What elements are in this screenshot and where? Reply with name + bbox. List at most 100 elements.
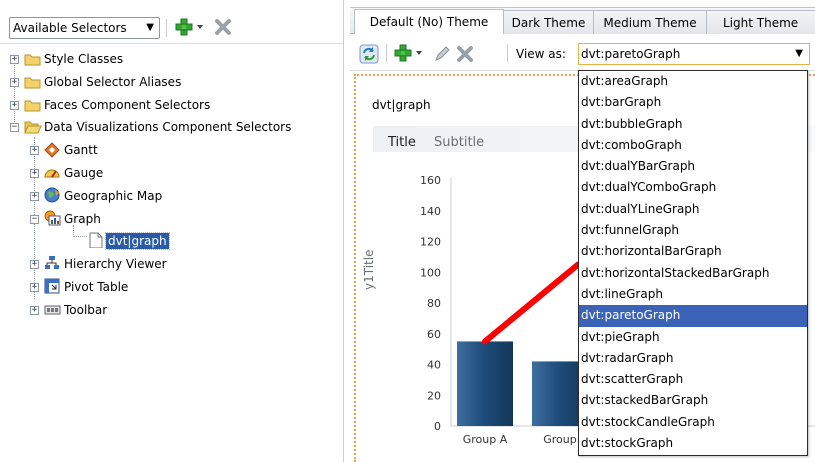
view-as-value: dvt:paretoGraph xyxy=(581,47,681,61)
dropdown-option[interactable]: dvt:lineGraph xyxy=(579,284,807,305)
expand-icon[interactable]: + xyxy=(10,100,19,110)
edit-icon[interactable] xyxy=(432,44,452,64)
dropdown-option[interactable]: dvt:pieGraph xyxy=(579,327,807,348)
tree-item-pivot-table[interactable]: + Pivot Table xyxy=(0,276,343,298)
tree-item-label: Data Visualizations Component Selectors xyxy=(44,120,292,135)
available-selectors-value: Available Selectors xyxy=(13,21,127,35)
pivot-table-icon xyxy=(44,278,60,294)
dropdown-option[interactable]: dvt:comboGraph xyxy=(579,135,807,156)
y-tick-label: 160 xyxy=(420,174,441,187)
add-icon xyxy=(175,18,203,36)
toolbar-separator xyxy=(507,44,508,62)
tree-item-gauge[interactable]: + Gauge xyxy=(0,162,343,184)
left-toolbar: Available Selectors ▼ xyxy=(0,0,343,44)
tree-item-dvt-graph[interactable]: dvt|graph xyxy=(0,230,343,252)
y-tick-label: 140 xyxy=(420,205,441,218)
dropdown-option[interactable]: dvt:dualYBarGraph xyxy=(579,156,807,177)
tab-medium-theme[interactable]: Medium Theme xyxy=(593,10,707,34)
tree-item-gantt[interactable]: + Gantt xyxy=(0,139,343,161)
toolbar-icon xyxy=(44,305,61,315)
graph-subtitle: Subtitle xyxy=(434,135,485,150)
toolbar-separator xyxy=(166,19,167,37)
dropdown-option[interactable]: dvt:stockGraph xyxy=(579,433,807,454)
add-icon[interactable] xyxy=(394,42,428,64)
dropdown-option[interactable]: dvt:scatterGraph xyxy=(579,369,807,390)
dropdown-option[interactable]: dvt:bubbleGraph xyxy=(579,114,807,135)
y-tick-label: 120 xyxy=(420,236,441,249)
tree-item-label: Hierarchy Viewer xyxy=(64,257,167,272)
preview-toolbar: View as: dvt:paretoGraph ▼ xyxy=(350,35,815,71)
add-selector-button[interactable] xyxy=(175,16,207,38)
tree-item-label: Global Selector Aliases xyxy=(44,74,182,89)
tree-item-style-classes[interactable]: + Style Classes xyxy=(0,48,343,70)
expand-icon[interactable]: + xyxy=(30,283,39,292)
tree-item-toolbar[interactable]: + Toolbar xyxy=(0,299,343,321)
gantt-icon xyxy=(44,142,60,158)
dropdown-option[interactable]: dvt:stockCandleGraph xyxy=(579,412,807,433)
available-selectors-dropdown[interactable]: Available Selectors ▼ xyxy=(9,17,160,39)
view-as-label: View as: xyxy=(516,47,566,61)
view-as-dropdown-list: dvt:areaGraph dvt:barGraph dvt:bubbleGraph… xyxy=(578,70,808,456)
y-tick-label: 60 xyxy=(427,328,441,341)
gauge-icon xyxy=(44,169,60,178)
selector-tree-pane: Available Selectors ▼ + Style Classes + … xyxy=(0,0,344,462)
delete-selector-button[interactable] xyxy=(214,18,232,36)
graph-icon xyxy=(44,210,61,226)
refresh-icon[interactable] xyxy=(359,44,379,64)
open-folder-icon xyxy=(24,121,42,134)
bar-group-a xyxy=(457,341,513,426)
toolbar-separator xyxy=(386,44,387,62)
collapse-icon[interactable]: − xyxy=(30,214,39,224)
tree-item-label: Geographic Map xyxy=(64,188,163,203)
tab-default-theme[interactable]: Default (No) Theme xyxy=(354,9,504,34)
tree-item-label: Faces Component Selectors xyxy=(44,97,211,112)
dropdown-option[interactable]: dvt:dualYLineGraph xyxy=(579,199,807,220)
expand-icon[interactable]: + xyxy=(30,305,39,315)
pane-header-line xyxy=(350,0,815,8)
collapse-icon[interactable]: − xyxy=(10,123,19,133)
folder-icon xyxy=(24,54,41,66)
folder-icon xyxy=(24,77,41,89)
y-tick-label: 80 xyxy=(427,297,441,310)
tree-item-geographic-map[interactable]: + Geographic Map xyxy=(0,185,343,207)
tree-item-data-visualizations[interactable]: − Data Visualizations Component Selector… xyxy=(0,116,343,138)
expand-icon[interactable]: + xyxy=(30,146,39,156)
expand-icon[interactable]: + xyxy=(10,55,19,64)
dropdown-option[interactable]: dvt:barGraph xyxy=(579,92,807,113)
theme-tabbar: Default (No) Theme Dark Theme Medium The… xyxy=(350,8,815,34)
dropdown-option[interactable]: dvt:horizontalBarGraph xyxy=(579,241,807,262)
tree-item-hierarchy-viewer[interactable]: + Hierarchy Viewer xyxy=(0,253,343,275)
tree-item-faces-component-selectors[interactable]: + Faces Component Selectors xyxy=(0,94,343,116)
delete-icon xyxy=(215,19,231,35)
folder-icon xyxy=(24,100,41,112)
dropdown-arrow-icon: ▼ xyxy=(795,48,803,59)
tree-item-label: Toolbar xyxy=(64,302,108,317)
y-tick-label: 40 xyxy=(427,359,441,372)
tree-item-global-selector-aliases[interactable]: + Global Selector Aliases xyxy=(0,71,343,93)
tab-dark-theme[interactable]: Dark Theme xyxy=(503,10,594,34)
x-tick-label: Group xyxy=(543,433,577,446)
tree-item-label: Pivot Table xyxy=(64,280,129,294)
expand-icon[interactable]: + xyxy=(10,77,19,87)
dropdown-option[interactable]: dvt:areaGraph xyxy=(579,71,807,92)
tree-item-graph[interactable]: − Graph xyxy=(0,208,343,230)
tree-item-label: Gauge xyxy=(64,166,104,180)
dropdown-option[interactable]: dvt:funnelGraph xyxy=(579,220,807,241)
view-as-dropdown[interactable]: dvt:paretoGraph ▼ xyxy=(578,43,810,65)
expand-icon[interactable]: + xyxy=(30,169,39,178)
tab-light-theme[interactable]: Light Theme xyxy=(706,10,815,34)
expand-icon[interactable]: + xyxy=(30,260,39,270)
expand-icon[interactable]: + xyxy=(30,191,39,201)
dropdown-option[interactable]: dvt:dualYComboGraph xyxy=(579,177,807,198)
delete-icon[interactable] xyxy=(455,44,475,64)
preview-selector-name: dvt|graph xyxy=(372,98,431,112)
globe-icon xyxy=(44,187,60,203)
tree-item-label: Style Classes xyxy=(44,52,124,66)
dropdown-option[interactable]: dvt:paretoGraph xyxy=(579,305,807,327)
tree-item-label: Graph xyxy=(64,211,101,226)
y-tick-label: 100 xyxy=(420,266,441,279)
dropdown-option[interactable]: dvt:radarGraph xyxy=(579,348,807,369)
tree-item-label: Gantt xyxy=(64,143,98,158)
dropdown-option[interactable]: dvt:stackedBarGraph xyxy=(579,390,807,411)
dropdown-option[interactable]: dvt:horizontalStackedBarGraph xyxy=(579,263,807,284)
